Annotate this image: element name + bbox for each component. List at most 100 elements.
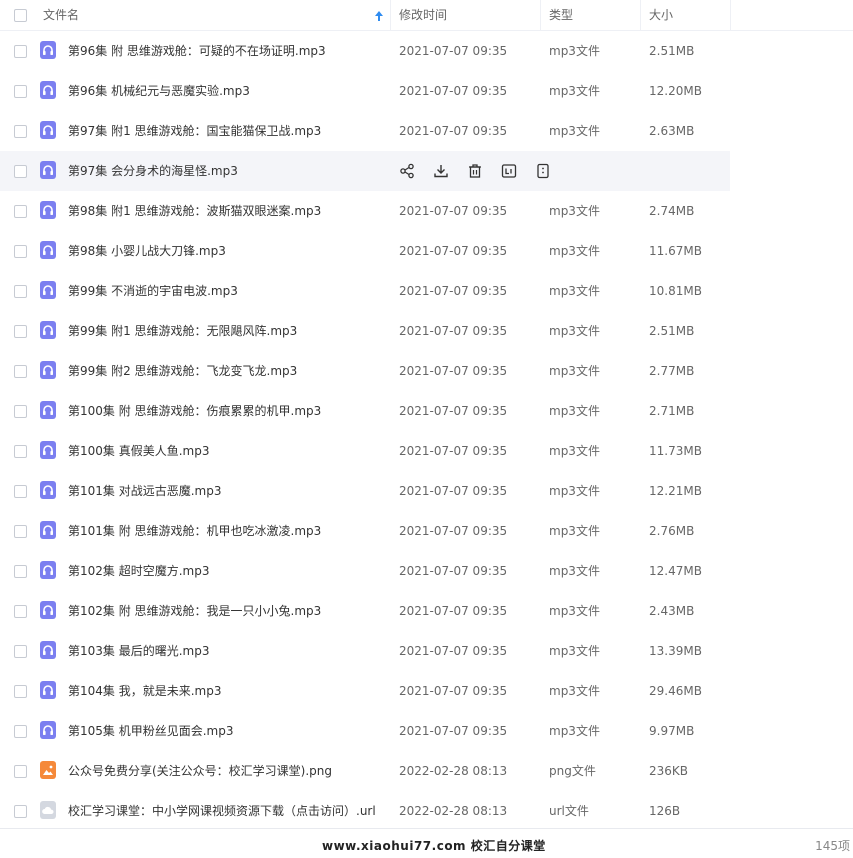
file-row[interactable]: 第99集 附2 思维游戏舱：飞龙变飞龙.mp3 2021-07-07 09:35 m… [0,351,853,391]
file-modified-time: 2021-07-07 09:35 [399,124,508,138]
audio-file-icon [40,241,56,259]
file-name-link[interactable]: 第101集 附 思维游戏舱：机甲也吃冰激凌.mp3 [68,511,321,551]
download-icon[interactable] [432,162,450,180]
column-divider[interactable] [540,0,541,31]
file-size: 13.39MB [649,644,702,658]
file-row[interactable]: 第99集 附1 思维游戏舱：无限飓风阵.mp3 2021-07-07 09:35 m… [0,311,853,351]
file-list-header: 文件名 修改时间 类型 大小 [0,0,853,31]
file-name-link[interactable]: 第96集 机械纪元与恶魔实验.mp3 [68,71,250,111]
row-checkbox[interactable] [14,445,27,458]
sort-ascending-icon[interactable] [372,8,386,24]
file-modified-time: 2021-07-07 09:35 [399,484,508,498]
more-icon[interactable] [534,162,552,180]
file-row[interactable]: 第97集 附1 思维游戏舱：国宝能猫保卫战.mp3 2021-07-07 09:3… [0,111,853,151]
rename-icon[interactable] [500,162,518,180]
file-row[interactable]: 第102集 附 思维游戏舱：我是一只小小兔.mp3 2021-07-07 09:3… [0,591,853,631]
audio-file-icon [40,641,56,659]
column-header-time[interactable]: 修改时间 [399,0,447,31]
row-checkbox[interactable] [14,285,27,298]
audio-file-icon [40,321,56,339]
file-name-link[interactable]: 公众号免费分享(关注公众号：校汇学习课堂).png [68,751,332,791]
file-row[interactable]: 第101集 附 思维游戏舱：机甲也吃冰激凌.mp3 2021-07-07 09:3… [0,511,853,551]
file-modified-time: 2021-07-07 09:35 [399,244,508,258]
row-checkbox[interactable] [14,525,27,538]
file-name-link[interactable]: 第100集 附 思维游戏舱：伤痕累累的机甲.mp3 [68,391,321,431]
file-name-link[interactable]: 第98集 附1 思维游戏舱：波斯猫双眼迷案.mp3 [68,191,321,231]
file-type: mp3文件 [549,644,600,658]
audio-file-icon [40,41,56,59]
file-size: 236KB [649,764,689,778]
file-name-link[interactable]: 第100集 真假美人鱼.mp3 [68,431,209,471]
row-checkbox[interactable] [14,205,27,218]
file-row[interactable]: 第96集 附 思维游戏舱：可疑的不在场证明.mp3 2021-07-07 09:3… [0,31,853,71]
file-row[interactable]: 第98集 附1 思维游戏舱：波斯猫双眼迷案.mp3 2021-07-07 09:3… [0,191,853,231]
file-modified-time: 2021-07-07 09:35 [399,44,508,58]
row-checkbox[interactable] [14,45,27,58]
column-header-type[interactable]: 类型 [549,0,573,31]
row-checkbox[interactable] [14,485,27,498]
file-row[interactable]: 第100集 真假美人鱼.mp3 2021-07-07 09:35 mp3文件 11.7… [0,431,853,471]
file-modified-time: 2022-02-28 08:13 [399,804,508,818]
row-checkbox[interactable] [14,245,27,258]
file-type: mp3文件 [549,244,600,258]
row-checkbox[interactable] [14,85,27,98]
file-name-link[interactable]: 第104集 我，就是未来.mp3 [68,671,221,711]
file-name-link[interactable]: 第102集 附 思维游戏舱：我是一只小小兔.mp3 [68,591,321,631]
file-size: 2.43MB [649,604,695,618]
file-row[interactable]: 第96集 机械纪元与恶魔实验.mp3 2021-07-07 09:35 mp3文件 1… [0,71,853,111]
share-icon[interactable] [398,162,416,180]
column-divider[interactable] [390,0,391,31]
file-name-link[interactable]: 第99集 附2 思维游戏舱：飞龙变飞龙.mp3 [68,351,297,391]
file-modified-time: 2021-07-07 09:35 [399,724,508,738]
file-row[interactable]: 第100集 附 思维游戏舱：伤痕累累的机甲.mp3 2021-07-07 09:3… [0,391,853,431]
file-name-link[interactable]: 第102集 超时空魔方.mp3 [68,551,209,591]
column-divider[interactable] [730,0,731,31]
file-name-link[interactable]: 第99集 不消逝的宇宙电波.mp3 [68,271,238,311]
file-modified-time: 2021-07-07 09:35 [399,684,508,698]
file-name-link[interactable]: 第103集 最后的曙光.mp3 [68,631,209,671]
file-row[interactable]: 校汇学习课堂：中小学网课视频资源下载（点击访问）.url 2022-02-28 0… [0,791,853,831]
file-size: 12.20MB [649,84,702,98]
file-name-link[interactable]: 第97集 会分身术的海星怪.mp3 [68,151,238,191]
file-row[interactable]: 第105集 机甲粉丝见面会.mp3 2021-07-07 09:35 mp3文件 9.… [0,711,853,751]
file-row[interactable]: 第99集 不消逝的宇宙电波.mp3 2021-07-07 09:35 mp3文件 10… [0,271,853,311]
file-name-link[interactable]: 第97集 附1 思维游戏舱：国宝能猫保卫战.mp3 [68,111,321,151]
file-name-link[interactable]: 第101集 对战远古恶魔.mp3 [68,471,221,511]
file-modified-time: 2021-07-07 09:35 [399,524,508,538]
file-modified-time: 2021-07-07 09:35 [399,204,508,218]
file-name-link[interactable]: 第99集 附1 思维游戏舱：无限飓风阵.mp3 [68,311,297,351]
row-checkbox[interactable] [14,565,27,578]
column-header-size[interactable]: 大小 [649,0,673,31]
row-checkbox[interactable] [14,645,27,658]
row-checkbox[interactable] [14,365,27,378]
row-checkbox[interactable] [14,605,27,618]
file-row[interactable]: 第104集 我，就是未来.mp3 2021-07-07 09:35 mp3文件 29.… [0,671,853,711]
file-row[interactable]: 第98集 小婴儿战大刀锋.mp3 2021-07-07 09:35 mp3文件 11.… [0,231,853,271]
audio-file-icon [40,81,56,99]
row-checkbox[interactable] [14,685,27,698]
file-size: 2.77MB [649,364,695,378]
column-header-name[interactable]: 文件名 [43,0,79,31]
file-modified-time: 2021-07-07 09:35 [399,604,508,618]
select-all-checkbox[interactable] [14,9,27,22]
row-checkbox[interactable] [14,125,27,138]
file-name-link[interactable]: 第98集 小婴儿战大刀锋.mp3 [68,231,226,271]
row-checkbox[interactable] [14,805,27,818]
file-row[interactable]: 第102集 超时空魔方.mp3 2021-07-07 09:35 mp3文件 12.4… [0,551,853,591]
delete-icon[interactable] [466,162,484,180]
file-row[interactable]: 第101集 对战远古恶魔.mp3 2021-07-07 09:35 mp3文件 12.… [0,471,853,511]
file-name-link[interactable]: 第96集 附 思维游戏舱：可疑的不在场证明.mp3 [68,31,326,71]
row-checkbox[interactable] [14,765,27,778]
file-size: 2.63MB [649,124,695,138]
row-checkbox[interactable] [14,325,27,338]
file-row[interactable]: 公众号免费分享(关注公众号：校汇学习课堂).png 2022-02-28 08:1… [0,751,853,791]
row-checkbox[interactable] [14,165,27,178]
file-row[interactable]: 第97集 会分身术的海星怪.mp3 [0,151,730,191]
file-name-link[interactable]: 第105集 机甲粉丝见面会.mp3 [68,711,233,751]
file-name-link[interactable]: 校汇学习课堂：中小学网课视频资源下载（点击访问）.url [68,791,376,831]
column-divider[interactable] [640,0,641,31]
row-checkbox[interactable] [14,725,27,738]
file-row[interactable]: 第103集 最后的曙光.mp3 2021-07-07 09:35 mp3文件 13.3… [0,631,853,671]
audio-file-icon [40,121,56,139]
row-checkbox[interactable] [14,405,27,418]
